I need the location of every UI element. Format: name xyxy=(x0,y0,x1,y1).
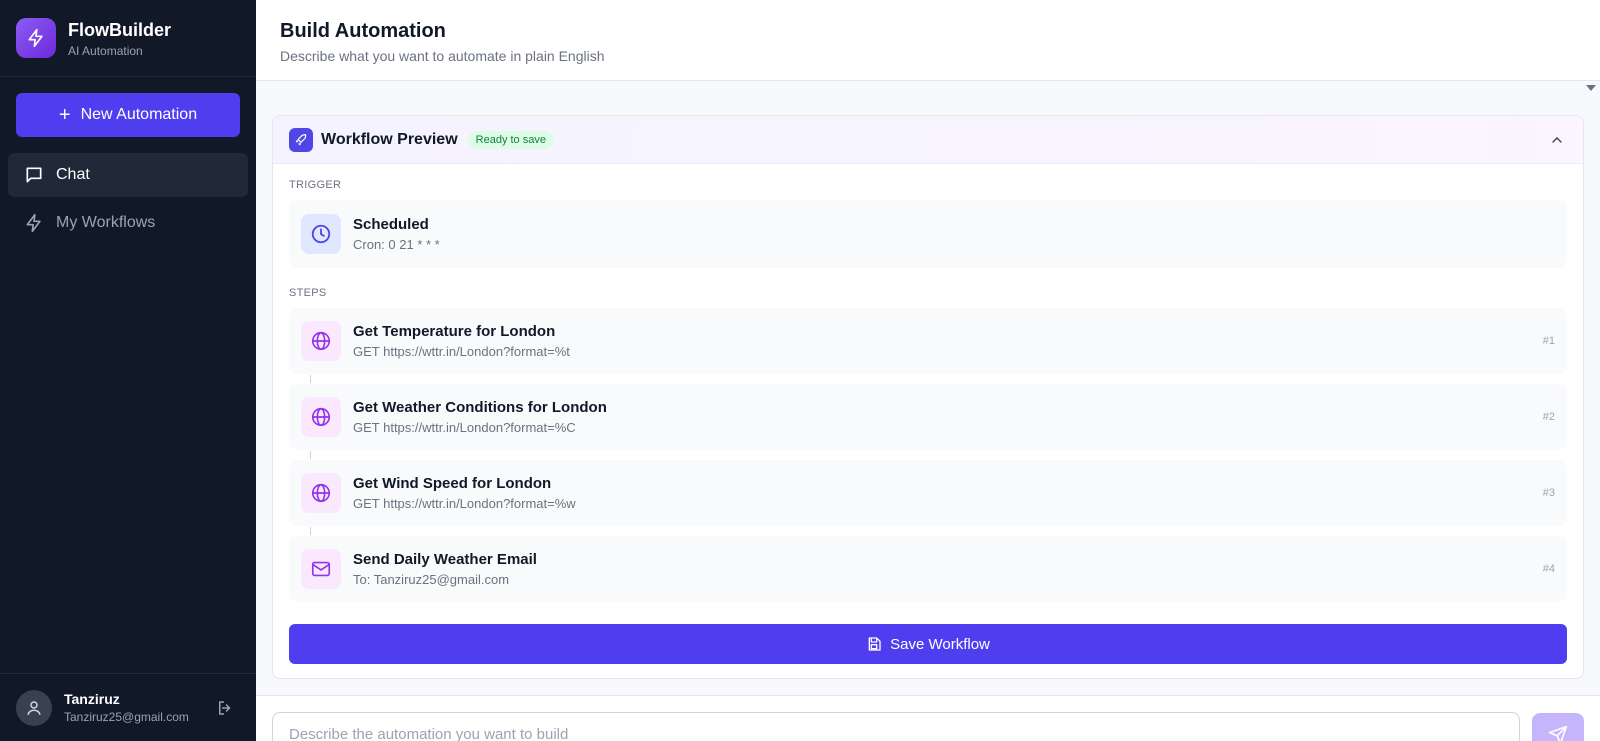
step-detail: GET https://wttr.in/London?format=%t xyxy=(353,344,570,359)
page-subtitle: Describe what you want to automate in pl… xyxy=(280,48,605,64)
step-card: Get Wind Speed for London GET https://wt… xyxy=(289,460,1567,526)
chat-input[interactable] xyxy=(272,712,1520,741)
workflow-preview-title: Workflow Preview xyxy=(321,130,458,148)
step-connector xyxy=(310,527,311,535)
mail-icon xyxy=(301,549,341,589)
step-connector xyxy=(310,451,311,459)
plus-icon: + xyxy=(58,104,71,126)
trigger-section-label: TRIGGER xyxy=(289,179,342,191)
page-header: Build Automation Describe what you want … xyxy=(256,0,1600,81)
new-automation-button[interactable]: + New Automation xyxy=(16,93,240,137)
step-detail: To: Tanziruz25@gmail.com xyxy=(353,572,510,587)
step-card: Get Weather Conditions for London GET ht… xyxy=(289,384,1567,450)
save-icon xyxy=(868,637,881,651)
save-workflow-button[interactable]: Save Workflow xyxy=(289,624,1567,664)
rocket-icon xyxy=(289,127,313,152)
chat-input-bar xyxy=(256,695,1600,741)
step-title: Get Weather Conditions for London xyxy=(353,399,607,416)
user-name: Tanziruz xyxy=(64,691,120,707)
steps-section-label: STEPS xyxy=(289,287,327,299)
save-workflow-label: Save Workflow xyxy=(890,635,990,653)
avatar xyxy=(16,689,52,726)
status-badge: Ready to save xyxy=(467,130,554,149)
lightning-icon xyxy=(16,18,56,58)
globe-icon xyxy=(301,473,341,513)
scroll-down-arrow[interactable] xyxy=(1586,85,1596,91)
step-number: #1 xyxy=(1542,335,1555,347)
send-button[interactable] xyxy=(1532,713,1584,741)
sidebar-item-my-workflows[interactable]: My Workflows xyxy=(8,201,248,245)
step-detail: GET https://wttr.in/London?format=%C xyxy=(353,420,576,435)
send-icon xyxy=(1548,725,1568,741)
step-number: #2 xyxy=(1542,411,1555,423)
brand-name: FlowBuilder xyxy=(68,19,171,40)
clock-icon xyxy=(301,214,341,254)
sidebar-item-label: My Workflows xyxy=(56,214,156,231)
workflow-preview-panel: Workflow Preview Ready to save TRIGGER S… xyxy=(272,115,1584,679)
step-detail: GET https://wttr.in/London?format=%w xyxy=(353,496,576,511)
step-number: #4 xyxy=(1542,563,1555,575)
step-title: Get Wind Speed for London xyxy=(353,475,552,492)
brand: FlowBuilder AI Automation xyxy=(0,0,256,77)
step-title: Get Temperature for London xyxy=(353,323,556,340)
user-email: Tanziruz25@gmail.com xyxy=(64,710,189,724)
trigger-title: Scheduled xyxy=(353,216,429,233)
lightning-icon xyxy=(24,213,44,233)
trigger-card: Scheduled Cron: 0 21 * * * xyxy=(289,200,1567,268)
chevron-up-icon[interactable] xyxy=(1549,132,1565,153)
sidebar-item-label: Chat xyxy=(56,166,90,183)
step-card: Get Temperature for London GET https://w… xyxy=(289,308,1567,374)
trigger-detail: Cron: 0 21 * * * xyxy=(353,237,440,252)
chat-icon xyxy=(24,165,44,185)
step-title: Send Daily Weather Email xyxy=(353,551,537,568)
globe-icon xyxy=(301,397,341,437)
sidebar: FlowBuilder AI Automation + New Automati… xyxy=(0,0,256,741)
sidebar-item-chat[interactable]: Chat xyxy=(8,153,248,197)
user-profile: Tanziruz Tanziruz25@gmail.com xyxy=(0,673,256,741)
new-automation-label: New Automation xyxy=(80,106,198,123)
workflow-preview-header[interactable]: Workflow Preview Ready to save xyxy=(273,116,1583,164)
globe-icon xyxy=(301,321,341,361)
logout-icon[interactable] xyxy=(216,699,234,717)
step-number: #3 xyxy=(1542,487,1555,499)
page-title: Build Automation xyxy=(280,20,446,42)
step-card: Send Daily Weather Email To: Tanziruz25@… xyxy=(289,536,1567,602)
step-connector xyxy=(310,375,311,383)
brand-subtitle: AI Automation xyxy=(68,43,143,58)
